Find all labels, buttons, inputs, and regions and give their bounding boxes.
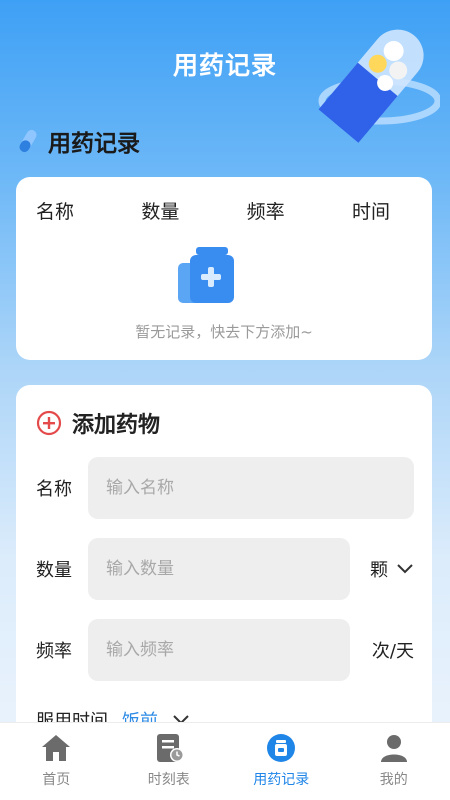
records-section-header: 用药记录 [18,124,140,158]
medicine-record-icon [267,734,296,762]
add-medicine-title: 添加药物 [72,413,161,438]
bottom-tab-bar: 首页 时刻表 用药记录 我的 [0,722,450,800]
medicine-box-icon [178,247,234,303]
tab-profile-label: 我的 [379,772,408,788]
tab-schedule[interactable]: 时刻表 [113,723,226,800]
home-icon [42,735,71,761]
frequency-unit: 次/天 [371,641,414,662]
tab-medicine-record[interactable]: 用药记录 [225,723,338,800]
tab-home-label: 首页 [42,772,71,788]
empty-records-message: 暂无记录，快去下方添加~ [135,323,313,341]
column-header-frequency: 频率 [246,201,285,223]
records-table-header: 名称 数量 频率 时间 [16,177,432,224]
tab-home[interactable]: 首页 [0,723,113,800]
column-header-time: 时间 [351,201,390,223]
quantity-label: 数量 [36,560,72,581]
schedule-icon [156,734,184,762]
quantity-input[interactable] [88,538,350,600]
user-icon [380,735,407,762]
chevron-down-icon [397,564,413,574]
pill-icon [19,129,37,153]
records-section-title: 用药记录 [48,131,140,157]
add-circle-icon [36,410,62,436]
name-input[interactable] [88,457,414,519]
column-header-name: 名称 [36,201,75,223]
tab-profile[interactable]: 我的 [338,723,450,800]
name-row: 名称 [36,457,414,519]
frequency-input[interactable] [88,619,350,681]
tab-medicine-record-label: 用药记录 [253,772,310,788]
frequency-label: 频率 [36,641,72,662]
frequency-row: 频率 次/天 [36,619,414,681]
add-medicine-header: 添加药物 [36,407,160,439]
quantity-row: 数量 颗 [36,538,414,600]
quantity-unit-value: 颗 [370,560,388,581]
column-header-quantity: 数量 [141,201,180,223]
add-medicine-card: 添加药物 名称 数量 颗 频率 次/天 服用时间 饭前 [16,385,432,745]
tab-schedule-label: 时刻表 [147,772,190,788]
quantity-unit-select[interactable]: 颗 [370,556,414,582]
records-card: 名称 数量 频率 时间 暂无记录，快去下方添加~ [16,177,432,360]
name-label: 名称 [36,479,72,500]
pill-capsule-illustration [318,29,440,143]
